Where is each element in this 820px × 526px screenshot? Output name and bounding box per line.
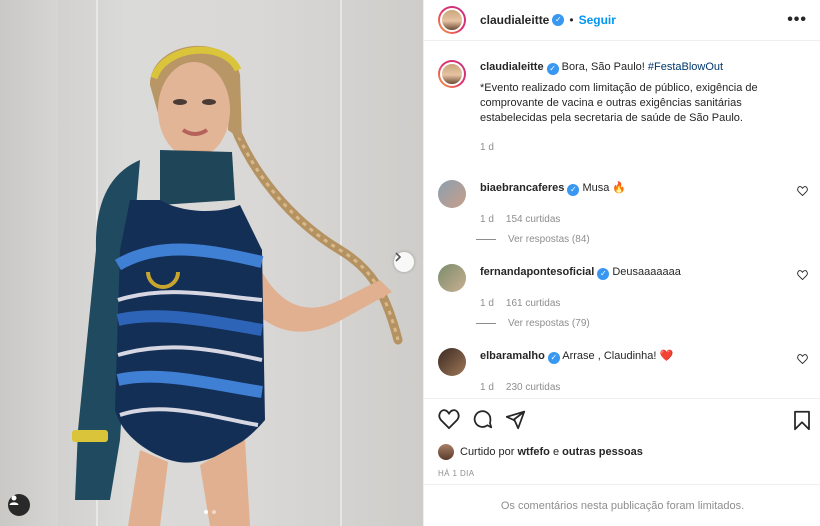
comment-meta: 1 d 230 curtidas xyxy=(480,382,808,393)
liker-username[interactable]: wtfefo xyxy=(517,446,549,458)
caption-time[interactable]: 1 d xyxy=(480,140,796,155)
comment-icon[interactable] xyxy=(472,409,493,430)
heart-icon[interactable] xyxy=(438,409,460,429)
comment-text: Deusaaaaaaa xyxy=(612,266,681,278)
comments-limited-notice: Os comentários nesta publicação foram li… xyxy=(424,484,820,526)
share-icon[interactable] xyxy=(505,409,526,430)
carousel-dot-1 xyxy=(204,510,208,514)
post-side-panel: claudialeitte ✓ • Seguir ••• claudialeit… xyxy=(423,0,820,526)
liker-avatar[interactable] xyxy=(438,444,454,460)
view-replies-button[interactable]: Ver respostas (79) xyxy=(476,318,590,329)
author-avatar[interactable] xyxy=(438,6,466,34)
caption-author-avatar[interactable] xyxy=(438,60,466,88)
comment-item: elbaramalho ✓ Arrase , Claudinha! ❤️ 1 d 2… xyxy=(438,348,808,393)
post-caption: claudialeitte ✓ Bora, São Paulo! #FestaBl… xyxy=(438,60,810,155)
comment-item: biaebrancaferes ✓ Musa 🔥 1 d 154 curtidas xyxy=(438,180,808,225)
view-replies-button[interactable]: Ver respostas (84) xyxy=(476,234,590,245)
comment-username[interactable]: elbaramalho xyxy=(480,350,545,362)
comment-username[interactable]: biaebrancaferes xyxy=(480,182,564,194)
commenter-avatar[interactable] xyxy=(438,264,466,292)
comment-heart-icon[interactable] xyxy=(797,186,808,196)
more-options-icon[interactable]: ••• xyxy=(787,12,807,28)
likes-conjunction: e xyxy=(552,446,560,458)
tagged-users-button[interactable] xyxy=(8,494,30,516)
comment-meta: 1 d 161 curtidas xyxy=(480,298,808,309)
comment-time[interactable]: 1 d xyxy=(480,298,494,309)
post-photo[interactable] xyxy=(0,0,423,526)
comment-text: Arrase , Claudinha! ❤️ xyxy=(562,350,674,362)
comment-meta: 1 d 154 curtidas xyxy=(480,214,808,225)
instagram-post-modal: claudialeitte ✓ • Seguir ••• claudialeit… xyxy=(0,0,820,526)
follow-button[interactable]: Seguir xyxy=(579,13,616,27)
comment-heart-icon[interactable] xyxy=(797,354,808,364)
comment-likes[interactable]: 154 curtidas xyxy=(506,214,560,225)
comment-time[interactable]: 1 d xyxy=(480,214,494,225)
photo-figure xyxy=(72,45,403,526)
chevron-right-icon xyxy=(395,252,402,262)
carousel-next-button[interactable] xyxy=(394,252,414,272)
comment-time[interactable]: 1 d xyxy=(480,382,494,393)
caption-username[interactable]: claudialeitte xyxy=(480,61,544,73)
comment-item: fernandapontesoficial ✓ Deusaaaaaaa 1 d 16… xyxy=(438,264,808,309)
comment-heart-icon[interactable] xyxy=(797,270,808,280)
commenter-avatar[interactable] xyxy=(438,348,466,376)
view-replies-label: Ver respostas (79) xyxy=(508,318,590,329)
user-icon xyxy=(9,495,19,505)
likes-others-link[interactable]: outras pessoas xyxy=(562,446,643,458)
caption-text: Bora, São Paulo! xyxy=(561,61,645,73)
view-replies-label: Ver respostas (84) xyxy=(508,234,590,245)
verified-badge-icon: ✓ xyxy=(552,14,565,26)
comment-likes[interactable]: 230 curtidas xyxy=(506,382,560,393)
comment-username[interactable]: fernandapontesoficial xyxy=(480,266,594,278)
caption-note: *Evento realizado com limitação de públi… xyxy=(480,82,758,124)
likes-summary: Curtido por wtfefo e outras pessoas xyxy=(438,444,643,460)
likes-prefix: Curtido por xyxy=(460,446,515,458)
bookmark-icon[interactable] xyxy=(793,410,811,431)
commenter-avatar[interactable] xyxy=(438,180,466,208)
comment-likes[interactable]: 161 curtidas xyxy=(506,298,560,309)
carousel-dot-2 xyxy=(212,510,216,514)
verified-badge-icon: ✓ xyxy=(547,352,560,364)
verified-badge-icon: ✓ xyxy=(567,184,580,196)
carousel-indicator xyxy=(204,510,216,514)
author-username[interactable]: claudialeitte xyxy=(480,13,549,27)
verified-badge-icon: ✓ xyxy=(546,63,559,75)
comment-text: Musa 🔥 xyxy=(582,182,627,194)
header-separator: • xyxy=(569,13,574,27)
verified-badge-icon: ✓ xyxy=(597,268,610,280)
post-header: claudialeitte ✓ • Seguir ••• xyxy=(424,0,820,41)
post-action-bar xyxy=(424,398,820,442)
post-timestamp[interactable]: HÁ 1 DIA xyxy=(438,469,475,478)
caption-hashtag-link[interactable]: #FestaBlowOut xyxy=(648,61,723,73)
